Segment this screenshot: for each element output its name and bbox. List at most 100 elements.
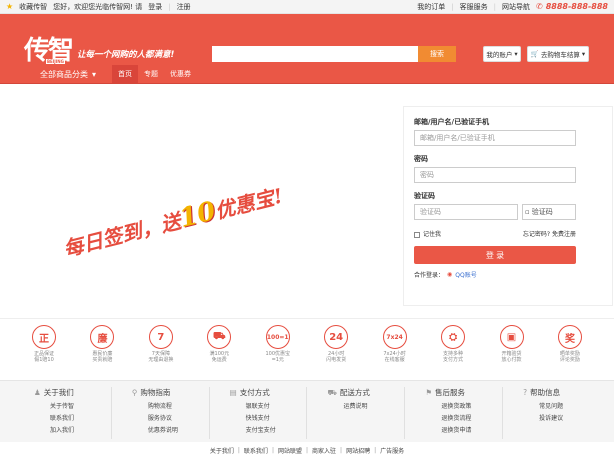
nav-coupons[interactable]: 优惠券 <box>164 65 197 83</box>
truck-icon: ⛟ <box>207 325 232 349</box>
top-bar-left: ★ 收藏传智 您好，欢迎您光临传智网! 请 登录 | 注册 <box>6 2 191 12</box>
favorite-link[interactable]: 收藏传智 <box>19 2 47 12</box>
box-icon: ▣ <box>499 325 524 349</box>
search-button[interactable]: 搜索 <box>418 46 456 62</box>
top-bar-right: 我的订单 | 客服服务 | 网站导航 ✆ 8888-888-888 <box>417 2 608 12</box>
footer-column-title: 支付方式 <box>239 388 270 397</box>
promo-banner: 每日签到，送10优惠宝! <box>60 180 286 264</box>
footer-link[interactable]: 加入我们 <box>50 425 111 437</box>
my-account-button[interactable]: 我的账户 ▾ <box>483 46 521 62</box>
footer-link[interactable]: 联系我们 <box>50 413 111 425</box>
footer-link[interactable]: 银联支付 <box>246 401 307 413</box>
delivery-icon: ⛟ <box>327 387 337 397</box>
footer-link[interactable]: 退换货申请 <box>441 425 502 437</box>
star-icon: ★ <box>6 2 14 11</box>
footer-column-title: 关于我们 <box>43 388 74 397</box>
top-bar: ★ 收藏传智 您好，欢迎您光临传智网! 请 登录 | 注册 我的订单 | 客服服… <box>0 0 614 14</box>
footer-link[interactable]: 投诉建议 <box>539 413 600 425</box>
lian-icon: 廉 <box>90 325 115 349</box>
site-nav-link[interactable]: 网站导航 <box>502 2 530 12</box>
service-guarantees: 正 正品保证 假1赔10 廉 惠民价廉 买贵就赔 7 7天保障 无理由退换 ⛟ 满10… <box>0 318 614 374</box>
qq-login-link[interactable]: QQ账号 <box>455 270 476 279</box>
captcha-image-alt: 验证码 <box>531 208 553 216</box>
footer-link[interactable]: 运费说明 <box>343 401 404 413</box>
password-input[interactable]: 密码 <box>414 167 576 183</box>
cooperative-login: 合作登录： ◉ QQ账号 <box>414 270 602 279</box>
my-orders-link[interactable]: 我的订单 <box>417 2 445 12</box>
chevron-down-icon: ▾ <box>581 50 586 58</box>
remember-label: 记住我 <box>423 231 442 238</box>
all-categories-label: 全部商品分类 <box>39 69 88 79</box>
footer-column-title: 售后服务 <box>435 388 466 397</box>
footer-link[interactable]: 退换货流程 <box>441 413 502 425</box>
coop-label: 合作登录： <box>414 272 445 279</box>
bottom-link[interactable]: 关于我们 <box>210 446 234 455</box>
chevron-down-icon: ▾ <box>514 50 518 58</box>
footer-column-title: 购物指南 <box>140 388 171 397</box>
service-item: ⛟ 满100元 免运费 <box>197 325 241 363</box>
forgot-password-link[interactable]: 忘记密码? <box>523 231 550 238</box>
username-input[interactable]: 邮箱/用户名/已验证手机 <box>414 130 576 146</box>
search-input[interactable] <box>212 46 418 62</box>
service-item: 廉 惠民价廉 买贵就赔 <box>80 325 124 363</box>
service-item: 7x24 7x24小时 在线客服 <box>373 325 417 363</box>
footer-link[interactable]: 快钱支付 <box>246 413 307 425</box>
nav-home[interactable]: 首页 <box>112 65 138 83</box>
help-icon: ? <box>523 388 528 397</box>
footer-link[interactable]: 常见问题 <box>539 401 600 413</box>
bottom-link[interactable]: 广告服务 <box>380 446 404 455</box>
main-content: 每日签到，送10优惠宝! 邮箱/用户名/已验证手机 邮箱/用户名/已验证手机 密… <box>0 84 614 318</box>
cart-label: 去购物车结算 <box>540 51 580 59</box>
divider: | <box>237 447 240 454</box>
service-line2: 假1赔10 <box>34 357 54 363</box>
service-item: ▣ 开箱验货 放心付款 <box>490 325 534 363</box>
service-line2: 闪电发货 <box>326 357 347 363</box>
service-line2: 评论奖励 <box>559 357 580 363</box>
remember-checkbox[interactable] <box>414 231 420 238</box>
header: 传智 BEIJING 让每一个网购的人都满意! 搜索 我的账户 ▾ 🛒 去购物车… <box>0 14 614 84</box>
zheng-icon: 正 <box>32 325 56 349</box>
register-link[interactable]: 注册 <box>177 2 191 12</box>
captcha-image[interactable]: ▫ 验证码 <box>522 204 576 220</box>
footer-column: ? 帮助信息常见问题 投诉建议 <box>503 387 600 439</box>
service-line2: 支付方式 <box>443 357 464 363</box>
footer-column-title: 帮助信息 <box>530 388 561 397</box>
slogan: 让每一个网购的人都满意! <box>77 50 175 60</box>
nav-topics[interactable]: 专题 <box>138 65 164 83</box>
login-panel: 邮箱/用户名/已验证手机 邮箱/用户名/已验证手机 密码 密码 验证码 验证码 … <box>403 106 613 306</box>
footer-link[interactable]: 服务协议 <box>148 413 209 425</box>
payment-icon: ⛭ <box>441 325 466 349</box>
footer-column: ⚲ 购物指南 购物流程 服务协议 优惠券说明 <box>112 387 210 439</box>
divider: | <box>374 447 377 454</box>
exchange-icon: 100=1 <box>265 325 290 349</box>
cart-button[interactable]: 🛒 去购物车结算 ▾ <box>527 46 589 62</box>
bottom-link[interactable]: 网站招聘 <box>346 446 370 455</box>
phone-number: ✆ 8888-888-888 <box>536 2 608 11</box>
footer-link[interactable]: 支付宝支付 <box>246 425 307 437</box>
divider: | <box>168 2 171 11</box>
service-line2: 买贵就赔 <box>92 357 113 363</box>
bottom-link[interactable]: 商家入驻 <box>312 446 336 455</box>
free-register-link[interactable]: 免费注册 <box>552 231 576 238</box>
service-item: 奖 晒单奖励 评论奖励 <box>548 325 592 363</box>
remember-me[interactable]: 记住我 <box>414 229 441 238</box>
footer-link[interactable]: 购物流程 <box>148 401 209 413</box>
footer-column: ▤ 支付方式 银联支付 快钱支付 支付宝支付 <box>210 387 308 439</box>
service-line2: 无理由退换 <box>148 357 174 363</box>
divider: | <box>493 2 496 11</box>
divider: | <box>305 447 309 454</box>
footer-link[interactable]: 退换货政策 <box>441 401 502 413</box>
service-item: 100=1 100优惠宝 =1元 <box>256 325 300 363</box>
footer-column-heading: ⛟ 配送方式 <box>327 387 404 398</box>
footer-link[interactable]: 优惠券说明 <box>148 425 209 437</box>
all-categories-menu[interactable]: 全部商品分类 ▾ <box>24 65 112 83</box>
customer-service-link[interactable]: 客服服务 <box>460 2 488 12</box>
login-link[interactable]: 登录 <box>148 2 162 12</box>
bottom-link[interactable]: 联系我们 <box>244 446 268 455</box>
bottom-link[interactable]: 网站联盟 <box>278 446 302 455</box>
service-line2: 免运费 <box>211 357 227 363</box>
footer-link[interactable]: 关于传智 <box>50 401 111 413</box>
footer-column-heading: ⚑ 售后服务 <box>425 387 502 398</box>
captcha-input[interactable]: 验证码 <box>414 204 518 220</box>
login-button[interactable]: 登 录 <box>414 246 576 264</box>
